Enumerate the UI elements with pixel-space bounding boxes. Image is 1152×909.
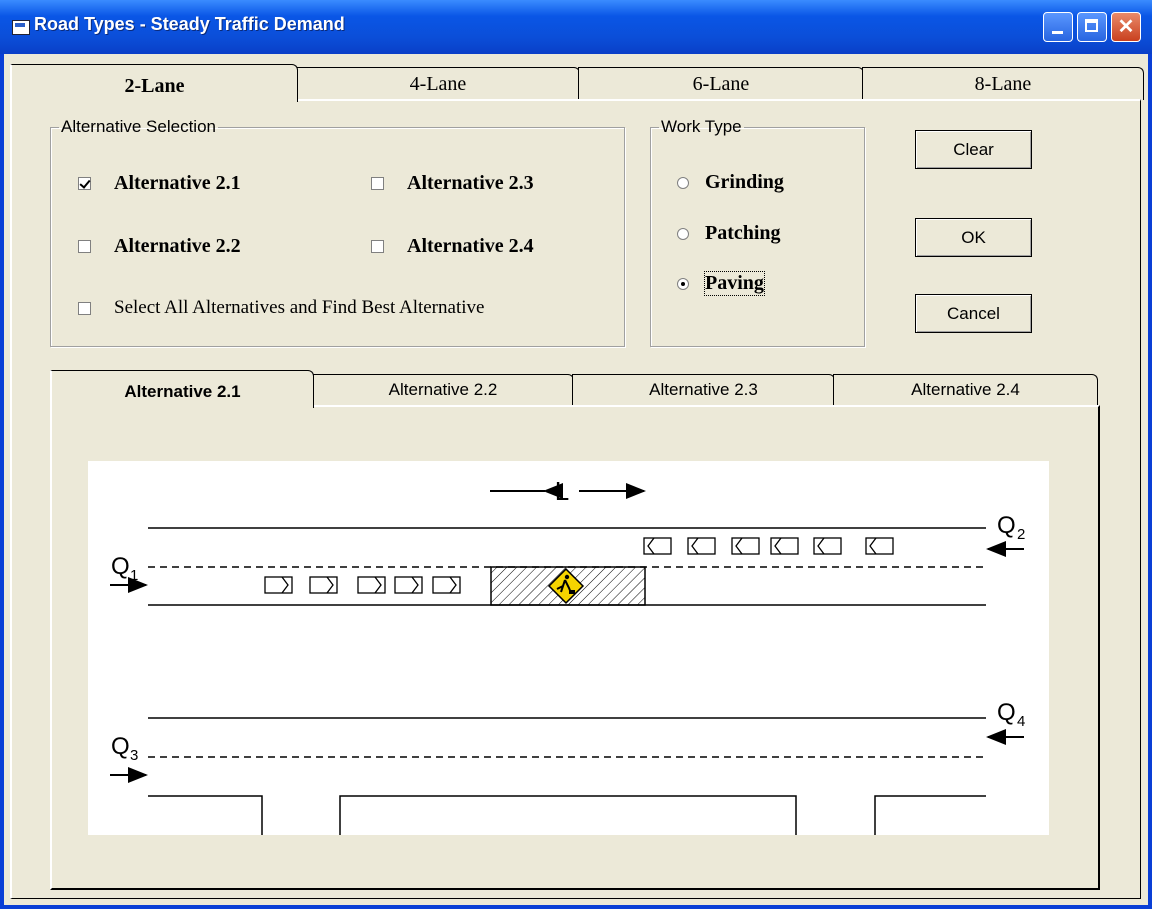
- checkbox-icon[interactable]: [371, 240, 384, 253]
- paving-radio[interactable]: Paving: [677, 271, 765, 296]
- close-button[interactable]: ✕: [1111, 12, 1141, 42]
- minimize-button[interactable]: [1043, 12, 1073, 42]
- flow-q4-label: Q: [997, 699, 1016, 726]
- radio-icon[interactable]: [677, 227, 689, 240]
- app-icon[interactable]: [12, 20, 30, 35]
- tab-6-lane[interactable]: 6-Lane: [578, 67, 864, 100]
- title-bar[interactable]: Road Types - Steady Traffic Demand ✕: [0, 0, 1152, 54]
- checkbox-checked-icon[interactable]: [78, 177, 91, 190]
- tab-alternative-2-1[interactable]: Alternative 2.1: [50, 370, 314, 408]
- cancel-button[interactable]: Cancel: [915, 294, 1032, 333]
- select-all-checkbox[interactable]: Select All Alternatives and Find Best Al…: [78, 297, 484, 319]
- paving-label: Paving: [704, 271, 765, 296]
- flow-q2-subscript: 2: [1017, 526, 1025, 543]
- clear-button[interactable]: Clear: [915, 130, 1032, 169]
- flow-q4-subscript: 4: [1017, 713, 1025, 730]
- ok-button[interactable]: OK: [915, 218, 1032, 257]
- flow-q1-label: Q: [111, 553, 130, 580]
- flow-q2-label: Q: [997, 512, 1016, 539]
- minimize-icon: [1052, 31, 1063, 34]
- road-diagram: L Q 1 Q 2 Q 3 Q 4: [88, 461, 1049, 835]
- alt-2-3-checkbox[interactable]: Alternative 2.3: [371, 172, 534, 195]
- maximize-button[interactable]: [1077, 12, 1107, 42]
- work-type-legend: Work Type: [661, 117, 742, 136]
- checkbox-icon[interactable]: [371, 177, 384, 190]
- tab-2-lane[interactable]: 2-Lane: [10, 64, 298, 102]
- alt-2-4-label: Alternative 2.4: [407, 235, 534, 257]
- length-label: L: [555, 476, 569, 506]
- alt-2-2-checkbox[interactable]: Alternative 2.2: [78, 235, 241, 258]
- checkbox-icon[interactable]: [78, 301, 91, 315]
- checkbox-icon[interactable]: [78, 240, 91, 253]
- maximize-icon: [1085, 19, 1098, 32]
- alt-2-4-checkbox[interactable]: Alternative 2.4: [371, 235, 534, 258]
- alternative-selection-legend: Alternative Selection: [61, 117, 216, 136]
- tab-alternative-2-4[interactable]: Alternative 2.4: [833, 374, 1098, 406]
- road-diagram-svg: L Q 1 Q 2 Q 3 Q 4: [110, 476, 1025, 835]
- patching-radio[interactable]: Patching: [677, 222, 781, 245]
- tab-8-lane[interactable]: 8-Lane: [862, 67, 1144, 100]
- select-all-label: Select All Alternatives and Find Best Al…: [114, 297, 485, 318]
- queued-vehicles-eastbound: [264, 576, 461, 594]
- tab-alternative-2-2[interactable]: Alternative 2.2: [312, 374, 574, 406]
- grinding-label: Grinding: [705, 171, 784, 193]
- alt-2-1-checkbox[interactable]: Alternative 2.1: [78, 172, 241, 195]
- tab-4-lane[interactable]: 4-Lane: [296, 67, 580, 100]
- queued-vehicles-westbound: [643, 537, 894, 555]
- flow-q3-label: Q: [111, 733, 130, 760]
- grinding-radio[interactable]: Grinding: [677, 171, 784, 194]
- road2-edge-with-intersections: [148, 795, 986, 835]
- radio-icon[interactable]: [677, 176, 689, 189]
- radio-selected-icon[interactable]: [677, 277, 689, 290]
- alt-2-2-label: Alternative 2.2: [114, 235, 241, 257]
- flow-q1-subscript: 1: [130, 567, 138, 584]
- window-title: Road Types - Steady Traffic Demand: [34, 14, 345, 34]
- tab-alternative-2-3[interactable]: Alternative 2.3: [572, 374, 835, 406]
- close-icon: ✕: [1117, 16, 1135, 38]
- alt-2-3-label: Alternative 2.3: [407, 172, 534, 194]
- alt-2-1-label: Alternative 2.1: [114, 172, 241, 194]
- flow-q3-subscript: 3: [130, 747, 138, 764]
- patching-label: Patching: [705, 222, 781, 244]
